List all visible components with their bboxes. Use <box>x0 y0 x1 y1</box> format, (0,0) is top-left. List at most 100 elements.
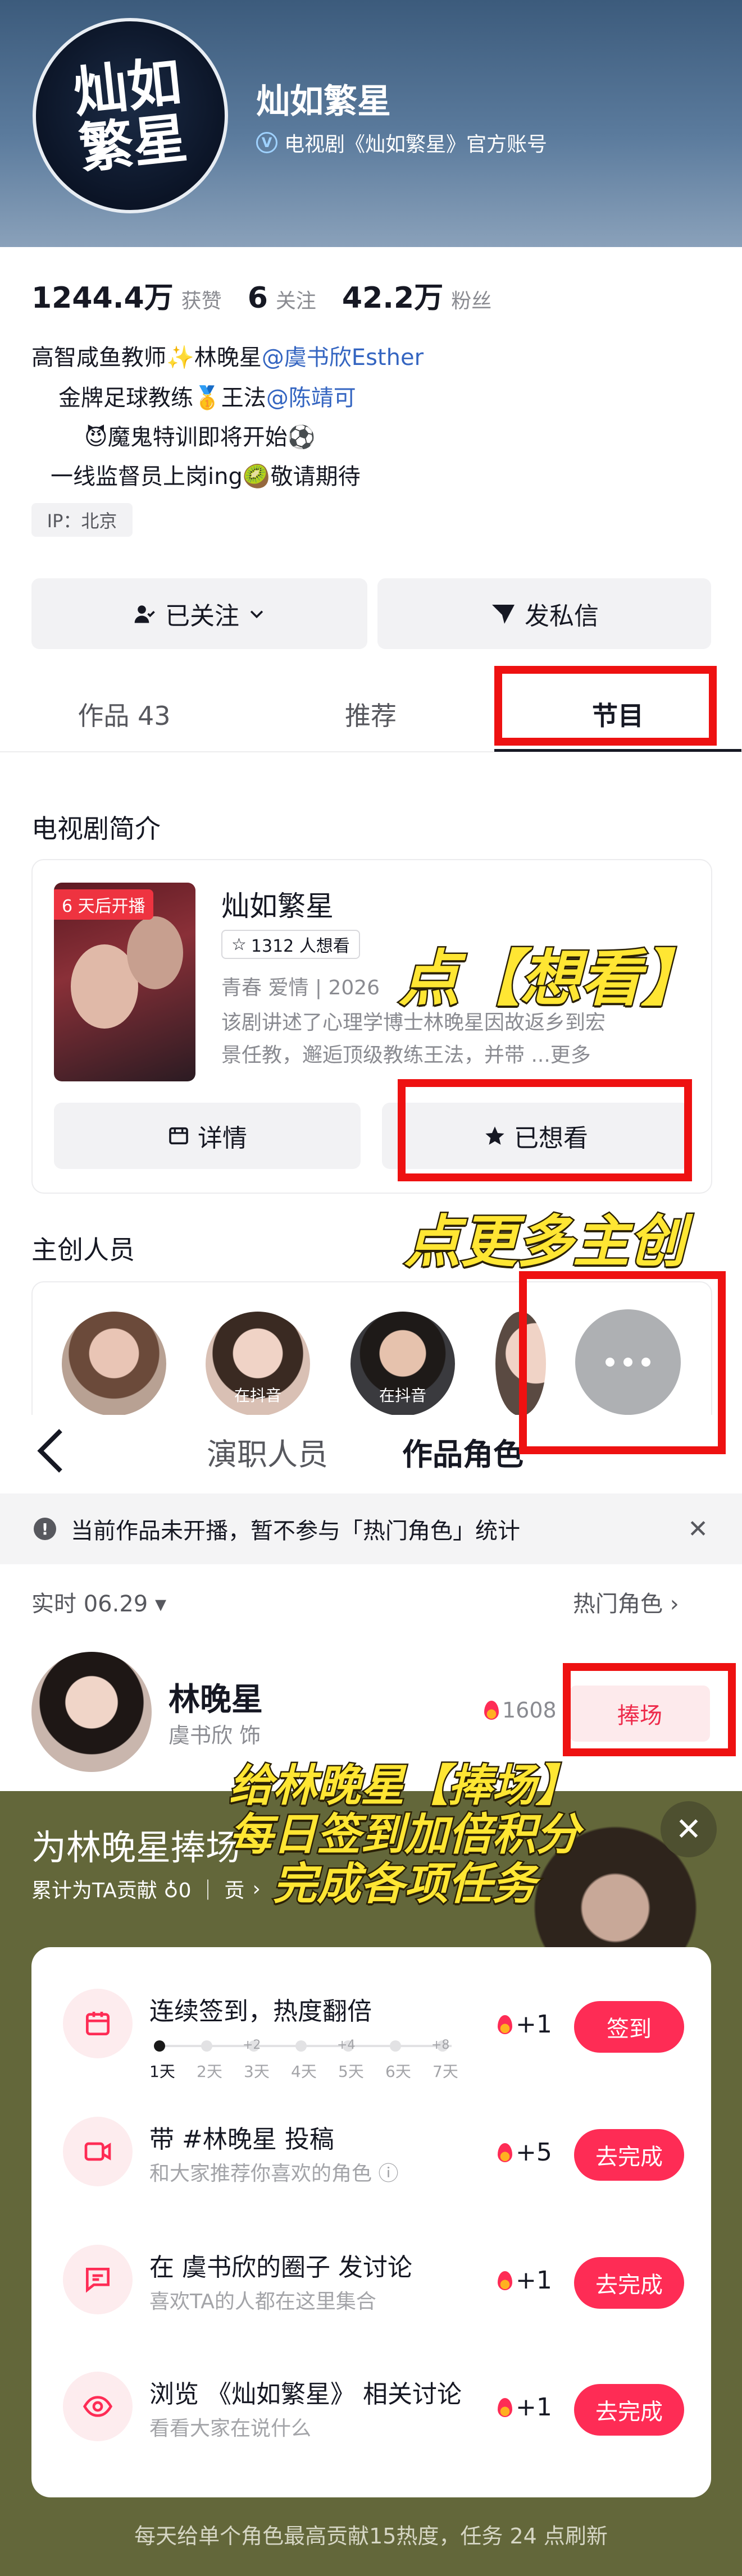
followed-button[interactable]: 已关注 <box>31 578 367 649</box>
verified-icon: V <box>256 132 277 153</box>
mention-link[interactable]: @陈靖可 <box>266 385 356 411</box>
task-points: +1 <box>498 2393 552 2422</box>
douyin-tag: 在抖音 <box>379 1386 426 1405</box>
message-label: 发私信 <box>525 602 599 631</box>
annotation-line: 给林晚星【捧场】 <box>227 1760 581 1812</box>
cast-section-title: 主创人员 <box>31 1235 135 1265</box>
chevron-down-icon <box>250 610 263 619</box>
want-count-badge: ☆ 1312 人想看 <box>221 930 360 959</box>
bio-text: 高智咸鱼教师✨林晚星 <box>31 345 262 371</box>
go-complete-button[interactable]: 去完成 <box>574 2384 684 2436</box>
task-points: +5 <box>498 2138 552 2167</box>
role-avatar[interactable] <box>31 1652 152 1772</box>
go-complete-button[interactable]: 去完成 <box>574 2257 684 2309</box>
highlight-box-want <box>398 1079 692 1181</box>
cast-avatar[interactable]: 在抖音 <box>206 1312 310 1416</box>
account-verification: V 电视剧《灿如繁星》官方账号 <box>256 128 547 157</box>
task-title: 浏览 《灿如繁星》 相关讨论 <box>149 2380 462 2409</box>
fans-count[interactable]: 42.2万 <box>342 274 443 316</box>
cast-avatar[interactable]: 在抖音 <box>350 1312 455 1416</box>
detail-button[interactable]: 详情 <box>54 1103 361 1169</box>
account-avatar[interactable]: 灿如繁星 <box>33 18 228 213</box>
streak-day-label: 7天 <box>433 2062 458 2081</box>
checkin-button[interactable]: 签到 <box>574 2001 684 2053</box>
streak-day-label: 2天 <box>197 2062 222 2081</box>
account-desc: 电视剧《灿如繁星》官方账号 <box>284 133 548 156</box>
likes-count: 1244.4万 <box>31 281 174 315</box>
annotation-want: 点【想看】 <box>397 943 703 1016</box>
go-complete-button[interactable]: 去完成 <box>574 2129 684 2181</box>
streak-progress: 1天 2天 +2 3天 4天 +4 5天 6天 +8 7天 <box>149 2036 464 2081</box>
task-item: 在 虞书欣的圈子 发讨论 喜欢TA的人都在这里集合 +1 去完成 <box>31 2231 711 2344</box>
task-points: +1 <box>498 2266 552 2295</box>
streak-dot <box>201 2040 212 2052</box>
hot-roles-link[interactable]: 热门角色 › <box>573 1586 679 1618</box>
task-item: 连续签到，热度翻倍 1天 2天 +2 3天 4天 +4 5天 6天 +8 7天 +1 签到 <box>31 1975 711 2088</box>
realtime-dropdown[interactable]: 实时 06.29 ▾ <box>31 1586 166 1618</box>
active-tab-indicator <box>494 749 741 752</box>
send-icon <box>492 605 515 624</box>
want-count: 1312 人想看 <box>251 937 350 956</box>
tab-cast-crew[interactable]: 演职人员 <box>207 1429 328 1474</box>
streak-dot <box>154 2040 165 2052</box>
eye-icon <box>63 2372 133 2441</box>
streak-day-label: 5天 <box>338 2062 364 2081</box>
streak-day-label: 4天 <box>291 2062 317 2081</box>
annotation-line: 每日签到加倍积分 <box>227 1809 581 1861</box>
task-item: 带 #林晚星 投稿 和大家推荐你喜欢的角色 ⓘ +5 去完成 <box>31 2103 711 2216</box>
fans-label[interactable]: 粉丝 <box>451 285 491 314</box>
flame-icon <box>498 2397 512 2417</box>
points-value: +1 <box>516 2393 552 2422</box>
task-subtitle: 看看大家在说什么 <box>149 2417 312 2440</box>
streak-bonus: +2 <box>243 2038 261 2052</box>
notice-text: 当前作品未开播，暂不参与「热门角色」统计 <box>71 1518 520 1544</box>
highlight-box-support <box>563 1663 736 1756</box>
task-item: 浏览 《灿如繁星》 相关讨论 看看大家在说什么 +1 去完成 <box>31 2358 711 2470</box>
close-icon[interactable]: ✕ <box>688 1515 708 1543</box>
followed-label: 已关注 <box>165 602 239 631</box>
points-value: +1 <box>516 2010 552 2039</box>
close-sheet-button[interactable]: ✕ <box>661 1801 717 1857</box>
calendar-icon <box>63 1989 133 2058</box>
likes-label: 获赞 <box>181 290 222 313</box>
heat-number: 1608 <box>502 1698 557 1723</box>
following-label[interactable]: 关注 <box>276 285 316 314</box>
following-count[interactable]: 6 <box>248 281 268 315</box>
mention-link[interactable]: @虞书欣Esther <box>262 345 424 371</box>
tab-works[interactable]: 作品 43 <box>31 686 217 742</box>
logo-text: 灿如繁星 <box>70 49 190 181</box>
streak-bonus: +4 <box>337 2038 356 2052</box>
task-subtitle: 和大家推荐你喜欢的角色 ⓘ <box>149 2162 399 2185</box>
highlight-box-tab <box>494 666 717 746</box>
drama-desc-2[interactable]: 景任教，邂逅顶级教练王法，并带 ...更多 <box>221 1039 688 1068</box>
bio-line-1: 高智咸鱼教师✨林晚星@虞书欣Esther <box>31 339 424 372</box>
annotation-more-creators: 点更多主创 <box>403 1208 687 1276</box>
film-icon <box>169 1127 188 1145</box>
annotation-tasks: 给林晚星【捧场】 每日签到加倍积分 完成各项任务 <box>185 1760 623 1910</box>
streak-bonus: +8 <box>431 2038 450 2052</box>
flame-icon <box>484 1701 499 1720</box>
bio-line-4: 一线监督员上岗ing🥝敬请期待 <box>51 464 361 490</box>
back-arrow-icon[interactable] <box>34 1426 67 1477</box>
flame-icon <box>498 2143 512 2162</box>
user-check-icon <box>134 605 155 623</box>
streak-day-label: 1天 <box>149 2062 175 2081</box>
notice-bar: ! 当前作品未开播，暂不参与「热门角色」统计 ✕ <box>0 1493 742 1564</box>
message-button[interactable]: 发私信 <box>377 578 711 649</box>
drama-section-title: 电视剧简介 <box>31 814 161 844</box>
star-icon: ☆ <box>231 934 247 954</box>
streak-dot <box>295 2040 307 2052</box>
tab-roles[interactable]: 作品角色 <box>402 1429 524 1474</box>
task-title: 在 虞书欣的圈子 发讨论 <box>149 2253 412 2282</box>
task-title: 带 #林晚星 投稿 <box>149 2125 334 2154</box>
douyin-tag: 在抖音 <box>234 1386 281 1405</box>
video-icon <box>63 2117 133 2186</box>
cast-avatar[interactable] <box>62 1312 166 1416</box>
points-value: +1 <box>516 2266 552 2295</box>
account-name: 灿如繁星 <box>256 82 391 121</box>
highlight-box-more-bottom <box>519 1415 726 1454</box>
tab-recommend[interactable]: 推荐 <box>270 686 472 742</box>
drama-genre: 青春 爱情 | 2026 <box>221 976 380 999</box>
points-value: +5 <box>516 2138 552 2167</box>
detail-label: 详情 <box>198 1124 247 1153</box>
